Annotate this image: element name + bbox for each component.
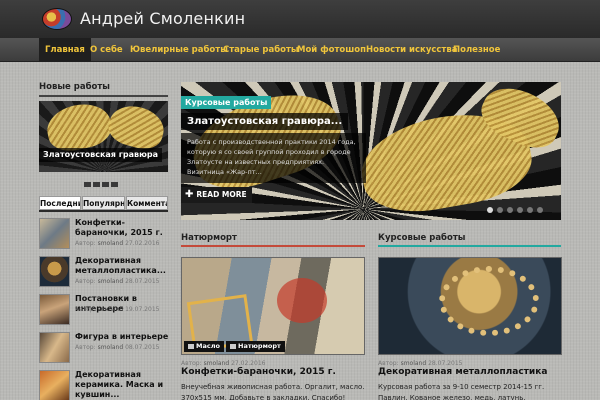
post-author[interactable]: smoland: [204, 360, 230, 367]
post-thumbnail[interactable]: [39, 294, 70, 325]
post-date: 27.02.2016: [231, 360, 266, 367]
nav-item-about[interactable]: О себе: [84, 38, 129, 62]
post-meta: Автор: smoland 08.07.2015: [75, 344, 159, 351]
post-title[interactable]: Декоративная металлопластика: [378, 367, 547, 377]
author-label: Автор:: [75, 306, 96, 313]
author-label: Автор:: [75, 278, 96, 285]
plus-icon: ✚: [185, 189, 194, 200]
site-title[interactable]: Андрей Смоленкин: [80, 9, 245, 28]
heading-divider: [181, 245, 365, 247]
list-item[interactable]: Постановки в интерьере Автор: smoland 19…: [39, 294, 169, 326]
hero-dot[interactable]: [527, 207, 533, 213]
post-thumbnail[interactable]: [39, 218, 70, 249]
post-date: 28.07.2015: [428, 360, 463, 367]
post-title[interactable]: Конфетки-бараночки, 2015 г.: [181, 367, 336, 377]
tag-icon: [230, 343, 236, 349]
hero-dot[interactable]: [507, 207, 513, 213]
post-meta: Автор: smoland 28.07.2015: [378, 360, 462, 367]
coursework-heading[interactable]: Курсовые работы: [378, 233, 465, 243]
tag-oil[interactable]: Масло: [184, 341, 224, 352]
post-date: 27.02.2016: [125, 240, 160, 247]
hero-dot[interactable]: [537, 207, 543, 213]
read-more-button[interactable]: ✚ READ MORE: [181, 187, 252, 203]
post-thumbnail[interactable]: [39, 256, 70, 287]
tabs-divider: [39, 210, 168, 212]
post-date: 19.07.2015: [125, 306, 160, 313]
hero-dot[interactable]: [487, 207, 493, 213]
peacock-shape: [439, 266, 539, 336]
post-meta: Автор: smoland 27.02.2016: [181, 360, 265, 367]
gold-wing-engraving: [104, 101, 168, 154]
heading-divider: [378, 245, 561, 247]
still-life-heading[interactable]: Натюрморт: [181, 233, 237, 243]
post-author[interactable]: smoland: [401, 360, 427, 367]
new-works-heading: Новые работы: [39, 82, 110, 92]
coursework-thumbnail[interactable]: [378, 257, 562, 355]
post-thumbnail[interactable]: [39, 370, 70, 400]
author-label: Автор:: [378, 360, 399, 367]
author-label: Автор:: [75, 344, 96, 351]
post-title[interactable]: Конфетки-бараночки, 2015 г.: [75, 218, 169, 238]
read-more-label: READ MORE: [196, 190, 247, 199]
sidebar-tabs: Последние Популярные Комментарии: [39, 196, 168, 210]
slider-dot[interactable]: [111, 182, 118, 187]
list-item[interactable]: Декоративная керамика. Маска и кувшин...: [39, 370, 169, 400]
list-item[interactable]: Декоративная металлопластика... Автор: s…: [39, 256, 169, 288]
post-title[interactable]: Фигура в интерьере: [75, 332, 169, 342]
tag-still-life[interactable]: Натюрморт: [226, 341, 285, 352]
post-excerpt: Внеучебная живописная работа. Оргалит, м…: [181, 383, 365, 400]
post-title[interactable]: Декоративная металлопластика...: [75, 256, 169, 276]
author-label: Автор:: [181, 360, 202, 367]
slider-dot[interactable]: [93, 182, 100, 187]
post-date: 28.07.2015: [125, 278, 160, 285]
tag-label: Натюрморт: [238, 342, 281, 350]
hero-dot[interactable]: [497, 207, 503, 213]
tab-latest[interactable]: Последние: [39, 196, 81, 210]
post-meta: Автор: smoland 28.07.2015: [75, 278, 159, 285]
tag-icon: [188, 343, 194, 349]
hero-title[interactable]: Златоустовская гравюра...: [181, 113, 349, 130]
site-header: Андрей Смоленкин: [0, 0, 600, 38]
post-author[interactable]: smoland: [98, 240, 124, 247]
tab-popular[interactable]: Популярные: [82, 196, 125, 210]
tab-comments[interactable]: Комментарии: [126, 196, 168, 210]
main-nav: Главная О себе Ювелирные работы Старые р…: [0, 38, 600, 62]
heading-divider: [39, 95, 168, 97]
fruit-shape: [277, 278, 327, 323]
list-item[interactable]: Фигура в интерьере Автор: smoland 08.07.…: [39, 332, 169, 364]
palette-logo-icon[interactable]: [42, 8, 72, 30]
post-date: 08.07.2015: [125, 344, 160, 351]
post-meta: Автор: smoland 27.02.2016: [75, 240, 159, 247]
post-excerpt: Курсовая работа за 9-10 семестр 2014-15 …: [378, 383, 545, 400]
slider-caption[interactable]: Златоустовская гравюра: [39, 148, 162, 162]
slider-dot[interactable]: [102, 182, 109, 187]
slider-dot[interactable]: [84, 182, 91, 187]
post-author[interactable]: smoland: [98, 278, 124, 285]
hero-dot[interactable]: [517, 207, 523, 213]
post-meta: Автор: smoland 19.07.2015: [75, 306, 159, 313]
hero-category-badge[interactable]: Курсовые работы: [181, 96, 272, 109]
tag-label: Масло: [196, 342, 220, 350]
post-title[interactable]: Декоративная керамика. Маска и кувшин...: [75, 370, 169, 400]
author-label: Автор:: [75, 240, 96, 247]
hero-excerpt: Работа с производственной практики 2014 …: [181, 133, 366, 183]
post-thumbnail[interactable]: [39, 332, 70, 363]
list-item[interactable]: Конфетки-бараночки, 2015 г. Автор: smola…: [39, 218, 169, 250]
nav-item-useful[interactable]: Полезное: [447, 38, 506, 62]
post-author[interactable]: smoland: [98, 344, 124, 351]
post-author[interactable]: smoland: [98, 306, 124, 313]
